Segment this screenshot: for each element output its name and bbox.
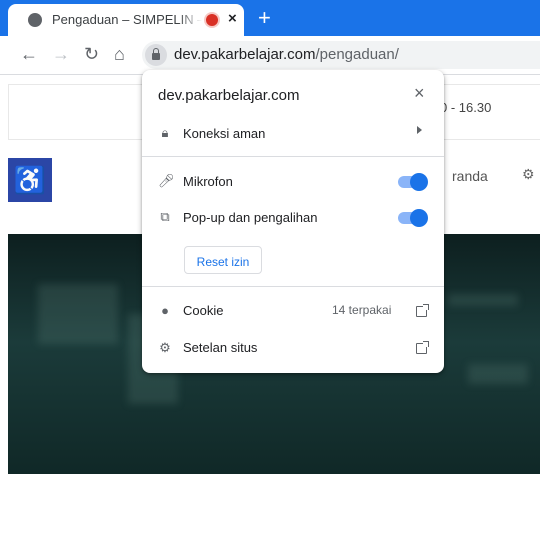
microphone-label: Mikrofon [183, 174, 233, 189]
tab-close-button[interactable]: × [228, 10, 237, 27]
popups-label: Pop-up dan pengalihan [183, 210, 318, 225]
popup-icon: ⧉ [160, 209, 170, 224]
lock-icon [152, 48, 160, 60]
globe-icon [28, 13, 42, 27]
external-link-icon [416, 341, 429, 354]
url-path: /pengaduan/ [315, 46, 399, 63]
tab-title: Pengaduan – SIMPELIN – Pengaduan [52, 12, 202, 27]
site-info-popup: dev.pakarbelajar.com × 🔒︎ Koneksi aman 🎤… [142, 70, 444, 373]
recording-indicator-icon [206, 14, 218, 26]
cookie-icon: ● [161, 303, 169, 318]
site-info-button[interactable] [145, 44, 167, 66]
tab-strip: Pengaduan – SIMPELIN – Pengaduan × + [0, 0, 540, 36]
gear-icon[interactable]: ⚙ [522, 166, 535, 183]
back-button[interactable]: ← [20, 45, 38, 63]
accessibility-icon: ♿ [13, 165, 47, 195]
popups-toggle[interactable] [398, 209, 428, 227]
url-text: dev.pakarbelajar.com/pengaduan/ [174, 46, 399, 63]
microphone-icon: 🎤︎ [158, 173, 175, 188]
lock-icon: 🔒︎ [161, 125, 169, 140]
forward-button[interactable]: → [52, 45, 70, 63]
cookie-label: Cookie [183, 303, 224, 318]
reload-button[interactable]: ↻ [84, 45, 99, 63]
toggle-knob [410, 209, 428, 227]
connection-label: Koneksi aman [183, 126, 266, 141]
accessibility-button[interactable]: ♿ [8, 158, 52, 202]
opening-hours: 0 - 16.30 [440, 100, 492, 115]
nav-item-beranda[interactable]: randa [452, 168, 488, 184]
url-domain: dev.pakarbelajar.com [174, 46, 316, 63]
browser-tab[interactable]: Pengaduan – SIMPELIN – Pengaduan × [8, 4, 244, 36]
microphone-toggle[interactable] [398, 173, 428, 191]
divider [142, 156, 444, 157]
home-button[interactable]: ⌂ [114, 45, 125, 63]
reset-permissions-button[interactable]: Reset izin [184, 246, 262, 274]
popup-domain: dev.pakarbelajar.com [158, 87, 300, 104]
popup-close-button[interactable]: × [414, 83, 425, 104]
toggle-knob [410, 173, 428, 191]
gear-icon: ⚙ [159, 340, 171, 355]
chevron-right-icon [417, 126, 422, 134]
external-link-icon [416, 304, 429, 317]
divider [142, 286, 444, 287]
address-bar[interactable]: dev.pakarbelajar.com/pengaduan/ [142, 41, 540, 69]
site-settings-label: Setelan situs [183, 340, 258, 355]
cookie-count: 14 terpakai [332, 303, 392, 317]
new-tab-button[interactable]: + [258, 5, 271, 31]
